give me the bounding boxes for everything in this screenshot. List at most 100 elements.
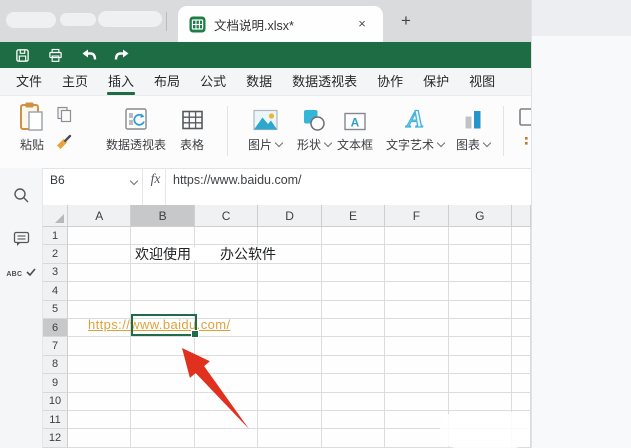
grid-cell[interactable]: [131, 392, 195, 411]
row-header[interactable]: 7: [43, 337, 68, 356]
grid-cell[interactable]: [321, 227, 386, 246]
grid-cell[interactable]: [385, 374, 449, 393]
grid-cell[interactable]: [131, 374, 195, 393]
redo-button[interactable]: [113, 47, 130, 64]
grid-cell[interactable]: [321, 245, 386, 264]
grid-cell[interactable]: [448, 282, 513, 301]
tab-close-button[interactable]: ×: [353, 15, 371, 33]
row-header[interactable]: 2: [43, 245, 68, 264]
save-button[interactable]: [14, 47, 31, 64]
grid-cell[interactable]: [448, 263, 513, 283]
grid-cell[interactable]: [194, 282, 259, 301]
grid-cell[interactable]: [448, 374, 513, 393]
column-header[interactable]: E: [321, 205, 386, 227]
grid-cell[interactable]: [258, 374, 322, 393]
clipped-ribbon-button[interactable]: [517, 108, 531, 158]
grid-cell[interactable]: [131, 429, 195, 448]
grid-cell[interactable]: [321, 263, 386, 283]
menu-item[interactable]: 插入: [98, 68, 144, 96]
grid-cell[interactable]: [68, 245, 132, 264]
row-header[interactable]: 8: [43, 355, 68, 375]
grid-cell[interactable]: [258, 282, 322, 301]
grid-cell[interactable]: [258, 227, 322, 246]
grid-cell[interactable]: [258, 300, 322, 319]
grid-cell[interactable]: [448, 355, 513, 375]
grid-cell[interactable]: [194, 263, 259, 283]
grid-cell[interactable]: [385, 355, 449, 375]
grid-cell[interactable]: [258, 355, 322, 375]
fill-handle[interactable]: [191, 330, 199, 338]
grid-cell[interactable]: [68, 282, 132, 301]
table-button[interactable]: 表格: [170, 100, 214, 162]
grid-cell[interactable]: [448, 392, 513, 411]
menu-item[interactable]: 布局: [144, 68, 190, 96]
grid-cell[interactable]: [321, 429, 386, 448]
grid-cell[interactable]: [194, 227, 259, 246]
pivot-table-button[interactable]: 数据透视表: [106, 100, 166, 162]
grid-cell[interactable]: [131, 282, 195, 301]
grid-cell[interactable]: [258, 263, 322, 283]
row-header[interactable]: 4: [43, 282, 68, 301]
grid-cell[interactable]: [512, 318, 531, 338]
grid-cell[interactable]: [131, 355, 195, 375]
grid-cell[interactable]: [194, 410, 259, 430]
name-box[interactable]: B6: [43, 169, 142, 205]
grid-cell[interactable]: [512, 374, 531, 393]
menu-item[interactable]: 视图: [459, 68, 505, 96]
column-header[interactable]: D: [258, 205, 322, 227]
grid-cell[interactable]: [194, 374, 259, 393]
grid-cell[interactable]: [131, 410, 195, 430]
menu-item[interactable]: 数据透视表: [282, 68, 367, 96]
grid-cell[interactable]: [512, 282, 531, 301]
grid-cell[interactable]: [385, 337, 449, 356]
grid-cell[interactable]: [512, 392, 531, 411]
grid-cell[interactable]: [194, 429, 259, 448]
grid-cell[interactable]: [321, 355, 386, 375]
grid-cell[interactable]: [512, 227, 531, 246]
row-header[interactable]: 3: [43, 263, 68, 283]
grid-cell[interactable]: [321, 337, 386, 356]
grid-cell[interactable]: [385, 263, 449, 283]
menu-item[interactable]: 协作: [367, 68, 413, 96]
row-header[interactable]: 9: [43, 374, 68, 393]
copy-button[interactable]: [54, 104, 74, 124]
grid-cell[interactable]: [385, 227, 449, 246]
grid-cell[interactable]: [512, 355, 531, 375]
grid-cell[interactable]: [258, 410, 322, 430]
grid-cell[interactable]: [448, 300, 513, 319]
new-tab-button[interactable]: +: [396, 11, 416, 31]
menu-item[interactable]: 文件: [6, 68, 52, 96]
grid-cell[interactable]: [258, 392, 322, 411]
grid-cell[interactable]: [321, 300, 386, 319]
search-button[interactable]: [0, 187, 43, 204]
column-header[interactable]: A: [68, 205, 132, 227]
grid-cell[interactable]: [68, 374, 132, 393]
grid-cell[interactable]: [258, 318, 322, 338]
grid-cell[interactable]: [131, 337, 195, 356]
grid-cell[interactable]: [512, 263, 531, 283]
grid-cell[interactable]: [448, 245, 513, 264]
grid-cell[interactable]: [321, 374, 386, 393]
row-header[interactable]: 10: [43, 392, 68, 411]
paste-button[interactable]: 粘贴: [8, 100, 56, 162]
grid-cell[interactable]: [68, 263, 132, 283]
column-header[interactable]: G: [448, 205, 513, 227]
grid-cell[interactable]: [385, 318, 449, 338]
grid-cell[interactable]: [68, 410, 132, 430]
grid-cell[interactable]: [68, 355, 132, 375]
comment-button[interactable]: [0, 230, 43, 247]
grid-cell[interactable]: [131, 263, 195, 283]
wordart-button[interactable]: A 文字艺术: [384, 100, 446, 162]
grid-cell[interactable]: [385, 282, 449, 301]
grid-cell[interactable]: [385, 392, 449, 411]
row-header[interactable]: 5: [43, 300, 68, 319]
formula-input[interactable]: https://www.baidu.com/: [173, 173, 302, 187]
row-header[interactable]: 11: [43, 410, 68, 430]
chart-button[interactable]: 图表: [449, 100, 497, 162]
grid-cell[interactable]: [68, 227, 132, 246]
grid-cell[interactable]: [512, 337, 531, 356]
format-painter-button[interactable]: [54, 132, 74, 152]
menu-item[interactable]: 数据: [236, 68, 282, 96]
row-header[interactable]: 12: [43, 429, 68, 448]
column-header[interactable]: B: [131, 205, 195, 227]
